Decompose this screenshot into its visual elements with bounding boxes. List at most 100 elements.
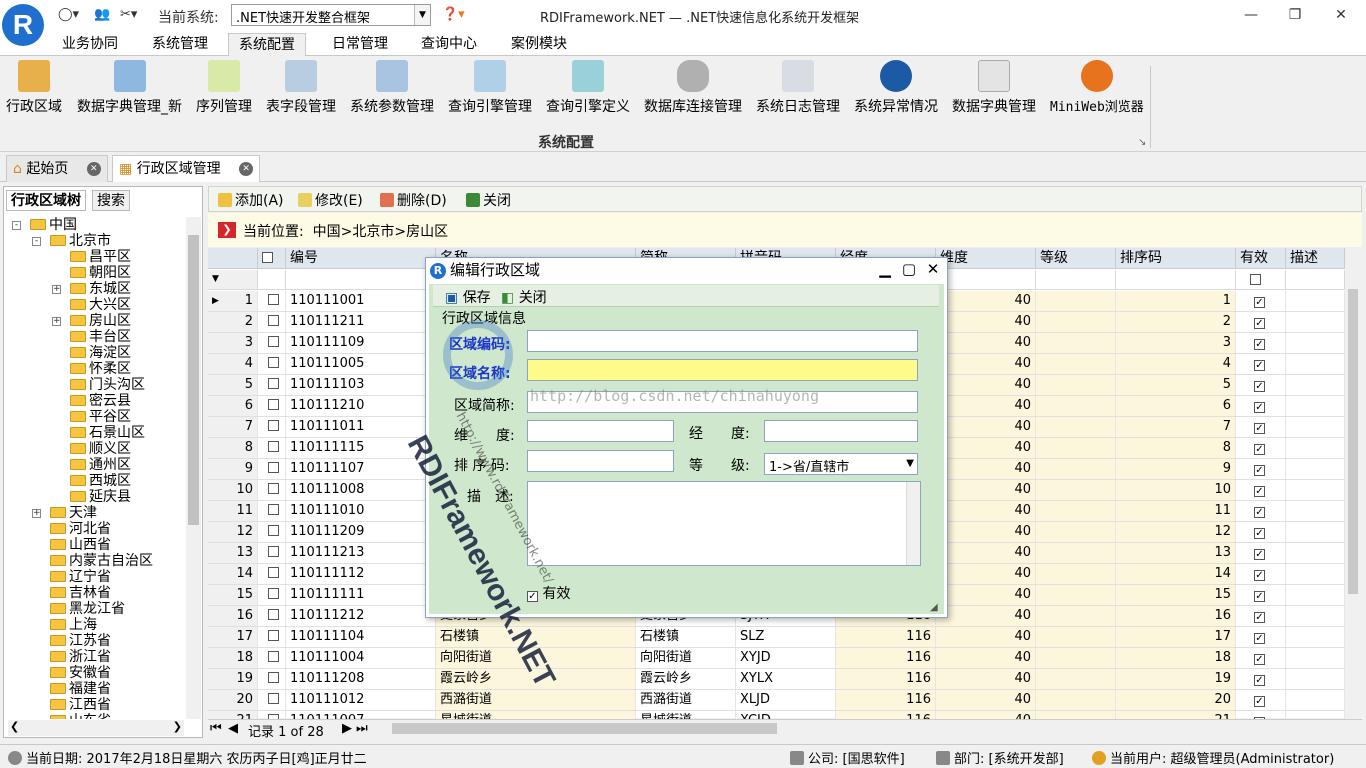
table-row[interactable]: 19 110111208 霞云岭乡 霞云岭乡 XYLX 116 40 19 ✓ [208, 669, 1345, 690]
menu-tab-cases[interactable]: 案例模块 [501, 33, 577, 55]
expand-icon[interactable]: + [52, 317, 61, 326]
tree-node[interactable]: 大兴区 [70, 297, 131, 313]
checkbox-checked-icon[interactable]: ✓ [1254, 696, 1265, 707]
expand-icon[interactable]: + [32, 509, 41, 518]
ribbon-browser-button[interactable]: MiniWeb浏览器 [1050, 60, 1144, 115]
dialog-close-icon[interactable]: ✕ [923, 260, 943, 278]
lat-input[interactable] [527, 420, 674, 442]
row-checkbox[interactable] [268, 441, 279, 452]
checkbox-checked-icon[interactable]: ✓ [1254, 381, 1265, 392]
tree-node[interactable]: 平谷区 [70, 409, 131, 425]
code-input[interactable] [527, 330, 918, 352]
row-checkbox[interactable] [268, 399, 279, 410]
filter-cell[interactable]: ▼ [208, 270, 258, 290]
expand-icon[interactable]: + [52, 285, 61, 294]
level-select[interactable]: 1->省/直辖市 ▼ [764, 453, 918, 475]
tree-node[interactable]: 延庆县 [70, 489, 131, 505]
add-button[interactable]: 添加(A) [218, 190, 284, 210]
row-checkbox[interactable] [268, 357, 279, 368]
tree-node[interactable]: 昌平区 [70, 249, 131, 265]
ribbon-query-engine-button[interactable]: 查询引擎管理 [448, 60, 532, 116]
tree-node[interactable]: 中国 [30, 217, 77, 233]
tree-node[interactable]: 吉林省 [50, 585, 111, 601]
tree-node[interactable]: 密云县 [70, 393, 131, 409]
filter-cell[interactable] [1236, 270, 1286, 290]
checkbox-checked-icon[interactable]: ✓ [1254, 444, 1265, 455]
tree-node[interactable]: 北京市 [50, 233, 111, 249]
table-row[interactable]: 20 110111012 西潞街道 西潞街道 XLJD 116 40 20 ✓ [208, 690, 1345, 711]
prev-record-icon[interactable]: ◀ [228, 721, 238, 736]
dialog-maximize-icon[interactable]: ▢ [899, 260, 919, 278]
save-button[interactable]: ▣ 保存 [445, 287, 491, 307]
close-tab-icon[interactable]: ✕ [239, 162, 254, 176]
checkbox-checked-icon[interactable]: ✓ [1254, 528, 1265, 539]
ribbon-dict-button[interactable]: 数据字典管理 [952, 60, 1036, 116]
menu-tab-daily[interactable]: 日常管理 [322, 33, 398, 55]
row-checkbox[interactable] [268, 693, 279, 704]
tree-node[interactable]: 辽宁省 [50, 569, 111, 585]
filter-cell[interactable] [1036, 270, 1116, 290]
tree-node[interactable]: 门头沟区 [70, 377, 145, 393]
tree-node[interactable]: 山西省 [50, 537, 111, 553]
tree-node[interactable]: 顺义区 [70, 441, 131, 457]
tree-node[interactable]: 东城区 [70, 281, 131, 297]
tree-node[interactable]: 石景山区 [70, 425, 145, 441]
tree-node[interactable]: 安徽省 [50, 665, 111, 681]
filter-cell[interactable] [1286, 270, 1345, 290]
grid-vertical-scrollbar[interactable] [1345, 269, 1361, 718]
grid-horizontal-scroll-thumb[interactable] [392, 723, 777, 734]
name-input[interactable] [527, 359, 918, 381]
ribbon-log-button[interactable]: 系统日志管理 [756, 60, 840, 116]
tree-node[interactable]: 通州区 [70, 457, 131, 473]
row-checkbox[interactable] [268, 315, 279, 326]
menu-tab-query[interactable]: 查询中心 [411, 33, 487, 55]
resize-grip-icon[interactable]: ◢ [930, 602, 938, 613]
row-checkbox[interactable] [268, 504, 279, 515]
row-checkbox[interactable] [268, 651, 279, 662]
row-checkbox[interactable] [268, 567, 279, 578]
checkbox-checked-icon[interactable]: ✓ [1254, 423, 1265, 434]
filter-checkbox[interactable] [1250, 274, 1261, 285]
tree-node[interactable]: 黑龙江省 [50, 601, 125, 617]
filter-cell[interactable] [286, 270, 436, 290]
tools-icon[interactable]: ✂▾ [120, 7, 137, 22]
column-header[interactable] [208, 248, 258, 269]
tree-node[interactable]: 海淀区 [70, 345, 131, 361]
row-checkbox[interactable] [268, 525, 279, 536]
current-system-select[interactable]: .NET快速开发整合框架 ▼ [231, 4, 431, 26]
tree-node[interactable]: 上海 [50, 617, 97, 633]
close-window-icon[interactable]: ✕ [1326, 4, 1356, 26]
ribbon-exception-button[interactable]: 系统异常情况 [854, 60, 938, 116]
first-record-icon[interactable]: ⏮ [210, 721, 222, 736]
menu-tab-system-config[interactable]: 系统配置 [228, 33, 306, 57]
row-checkbox[interactable] [268, 294, 279, 305]
column-header[interactable]: 等级 [1036, 248, 1116, 269]
restore-icon[interactable]: ❐ [1280, 4, 1310, 26]
filter-cell[interactable] [936, 270, 1036, 290]
row-checkbox[interactable] [268, 630, 279, 641]
checkbox-checked-icon[interactable]: ✓ [1254, 507, 1265, 518]
checkbox-checked-icon[interactable]: ✓ [1254, 465, 1265, 476]
column-header[interactable] [258, 248, 286, 269]
minimize-icon[interactable]: — [1236, 4, 1266, 26]
ribbon-params-button[interactable]: 系统参数管理 [350, 60, 434, 116]
close-button[interactable]: 关闭 [466, 190, 511, 210]
ribbon-table-field-button[interactable]: 表字段管理 [266, 60, 336, 116]
tree-node[interactable]: 福建省 [50, 681, 111, 697]
sort-input[interactable] [527, 450, 674, 472]
row-checkbox[interactable] [268, 609, 279, 620]
filter-cell[interactable] [258, 270, 286, 290]
row-checkbox[interactable] [268, 546, 279, 557]
checkbox-checked-icon[interactable]: ✓ [1254, 402, 1265, 413]
tree-node[interactable]: 内蒙古自治区 [50, 553, 153, 569]
checkbox-checked-icon[interactable]: ✓ [527, 591, 538, 602]
help-icon[interactable]: ❓▾ [442, 7, 465, 22]
checkbox-checked-icon[interactable]: ✓ [1254, 549, 1265, 560]
collapse-icon[interactable]: - [32, 237, 41, 246]
menu-tab-business[interactable]: 业务协同 [52, 33, 128, 55]
select-all-checkbox[interactable] [262, 252, 273, 263]
chevron-down-icon[interactable]: ▼ [906, 458, 914, 469]
tab-search[interactable]: 搜索 [92, 190, 130, 211]
checkbox-checked-icon[interactable]: ✓ [1254, 570, 1265, 581]
row-checkbox[interactable] [268, 378, 279, 389]
